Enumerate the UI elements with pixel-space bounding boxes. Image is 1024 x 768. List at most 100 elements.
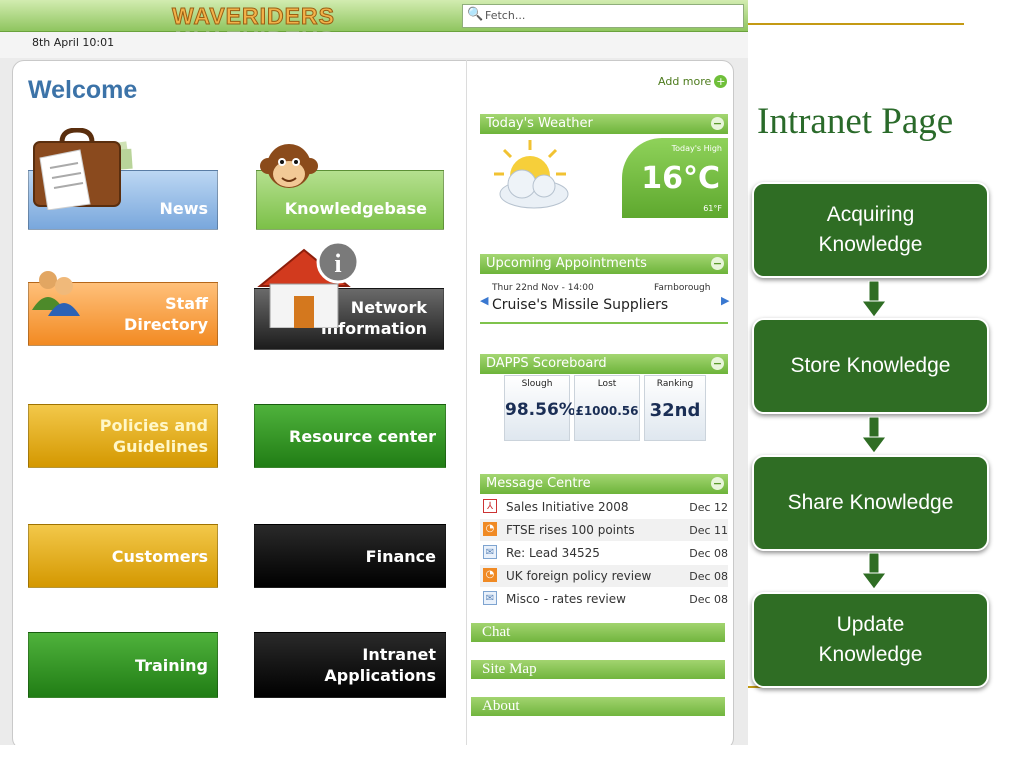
score-lost: Lost £1000.56 xyxy=(574,375,640,441)
staff-directory-label-1: Staff xyxy=(165,294,208,313)
resource-center-label: Resource center xyxy=(289,426,436,446)
collapse-messages-icon[interactable]: − xyxy=(711,477,724,490)
down-arrow-icon xyxy=(861,417,887,454)
message-subject: UK foreign policy review xyxy=(506,569,652,583)
briefcase-icon xyxy=(33,128,133,210)
intranet-screenshot: WAVERIDERS WAVERIDERS 🔍 Fetch... 8th Apr… xyxy=(0,0,748,745)
message-date: Dec 08 xyxy=(689,570,728,583)
network-label-1: Network xyxy=(350,298,427,317)
score-label: Ranking xyxy=(656,379,694,389)
score-label: Lost xyxy=(597,379,617,389)
plus-icon: + xyxy=(714,75,728,88)
staff-directory-label-2: Directory xyxy=(124,315,208,334)
site-map-link[interactable]: Site Map xyxy=(471,660,725,679)
appointment-title[interactable]: Cruise's Missile Suppliers xyxy=(492,297,668,313)
policies-label-1: Policies and xyxy=(99,416,208,435)
message-centre-title: Message Centre xyxy=(486,476,591,491)
intranet-applications-tile[interactable]: Intranet Applications xyxy=(254,632,446,698)
flow-step-label: Update xyxy=(836,613,905,636)
appointment-date: Thur 22nd Nov - 14:00 xyxy=(492,283,594,293)
flow-step-share: Share Knowledge xyxy=(752,455,989,551)
collapse-scoreboard-icon[interactable]: − xyxy=(711,357,724,370)
search-icon: 🔍 xyxy=(467,7,484,22)
weather-title: Today's Weather xyxy=(486,116,593,131)
finance-label: Finance xyxy=(365,546,436,566)
intranet-applications-label-2: Applications xyxy=(324,666,436,685)
score-ranking: Ranking 32nd xyxy=(644,375,706,441)
collapse-appointments-icon[interactable]: − xyxy=(711,257,724,270)
house-info-icon: i xyxy=(257,240,358,328)
waveriders-logo[interactable]: WAVERIDERS xyxy=(172,3,335,30)
people-icon xyxy=(32,271,80,316)
add-more-label: Add more xyxy=(658,75,712,88)
message-date: Dec 11 xyxy=(689,524,728,537)
flow-step-acquiring: Acquiring Knowledge xyxy=(752,182,989,278)
message-date: Dec 08 xyxy=(689,547,728,560)
slide-top-rule xyxy=(748,23,964,25)
message-row[interactable]: ◔ FTSE rises 100 points Dec 11 xyxy=(480,519,728,541)
message-row[interactable]: ✉ Re: Lead 34525 Dec 08 xyxy=(480,542,728,564)
temperature-fahrenheit: 61°F xyxy=(703,204,722,213)
about-link[interactable]: About xyxy=(471,697,725,716)
training-tile[interactable]: Training xyxy=(28,632,218,698)
flow-step-update: Update Knowledge xyxy=(752,592,989,688)
score-slough: Slough 98.56% xyxy=(504,375,576,441)
flow-step-label: Store Knowledge xyxy=(790,354,951,377)
customers-label: Customers xyxy=(111,546,208,566)
appointment-location: Farnborough xyxy=(654,283,711,293)
sun-cloud-icon xyxy=(494,140,569,209)
appointments-divider xyxy=(480,322,728,324)
rss-icon: ◔ xyxy=(483,568,497,582)
down-arrow-icon xyxy=(861,553,887,590)
chat-link[interactable]: Chat xyxy=(471,623,725,642)
collapse-weather-icon[interactable]: − xyxy=(711,117,724,130)
search-placeholder: Fetch... xyxy=(485,9,526,22)
message-row[interactable]: ✉ Misco - rates review Dec 08 xyxy=(480,588,728,610)
score-value: 98.56% xyxy=(505,400,576,420)
knowledgebase-label: Knowledgebase xyxy=(284,199,427,218)
message-subject: FTSE rises 100 points xyxy=(506,523,635,537)
training-label: Training xyxy=(134,655,208,675)
mail-icon: ✉ xyxy=(483,591,497,605)
news-label: News xyxy=(159,199,208,218)
welcome-heading: Welcome xyxy=(28,76,138,104)
message-subject: Sales Initiative 2008 xyxy=(506,500,629,514)
previous-arrow-icon[interactable]: ◀ xyxy=(480,294,488,307)
finance-tile[interactable]: Finance xyxy=(254,524,446,588)
column-divider xyxy=(466,60,467,745)
appointments-title: Upcoming Appointments xyxy=(486,256,647,271)
score-value: £1000.56 xyxy=(575,404,639,418)
svg-text:i: i xyxy=(334,249,341,278)
flow-step-label: Share Knowledge xyxy=(787,491,954,514)
message-subject: Re: Lead 34525 xyxy=(506,546,600,560)
message-subject: Misco - rates review xyxy=(506,592,626,606)
policies-label-2: Guidelines xyxy=(112,437,208,456)
scoreboard-header: DAPPS Scoreboard − xyxy=(480,354,728,374)
down-arrow-icon xyxy=(861,281,887,318)
message-row[interactable]: ⅄ Sales Initiative 2008 Dec 12 xyxy=(480,496,728,518)
scoreboard-title: DAPPS Scoreboard xyxy=(486,356,607,371)
weather-header: Today's Weather − xyxy=(480,114,728,134)
search-input[interactable]: 🔍 Fetch... xyxy=(462,4,744,28)
score-label: Slough xyxy=(521,379,553,389)
customers-tile[interactable]: Customers xyxy=(28,524,218,588)
message-date: Dec 12 xyxy=(689,501,728,514)
next-arrow-icon[interactable]: ▶ xyxy=(721,294,729,307)
flow-step-label: Knowledge xyxy=(818,643,923,666)
mail-icon: ✉ xyxy=(483,545,497,559)
pdf-icon: ⅄ xyxy=(483,499,497,513)
slide-title: Intranet Page xyxy=(757,101,954,142)
policies-tile[interactable]: Policies and Guidelines xyxy=(28,404,218,468)
monkey-icon xyxy=(260,144,318,188)
message-row[interactable]: ◔ UK foreign policy review Dec 08 xyxy=(480,565,728,587)
message-centre-header: Message Centre − xyxy=(480,474,728,494)
flow-step-label: Acquiring xyxy=(826,203,915,226)
add-more-link[interactable]: Add more + xyxy=(658,75,728,88)
rss-icon: ◔ xyxy=(483,522,497,536)
date-time: 8th April 10:01 xyxy=(32,36,115,49)
flow-step-store: Store Knowledge xyxy=(752,318,989,414)
resource-center-tile[interactable]: Resource center xyxy=(254,404,446,468)
score-value: 32nd xyxy=(649,400,701,421)
intranet-applications-label-1: Intranet xyxy=(362,645,436,664)
appointments-header: Upcoming Appointments − xyxy=(480,254,728,274)
